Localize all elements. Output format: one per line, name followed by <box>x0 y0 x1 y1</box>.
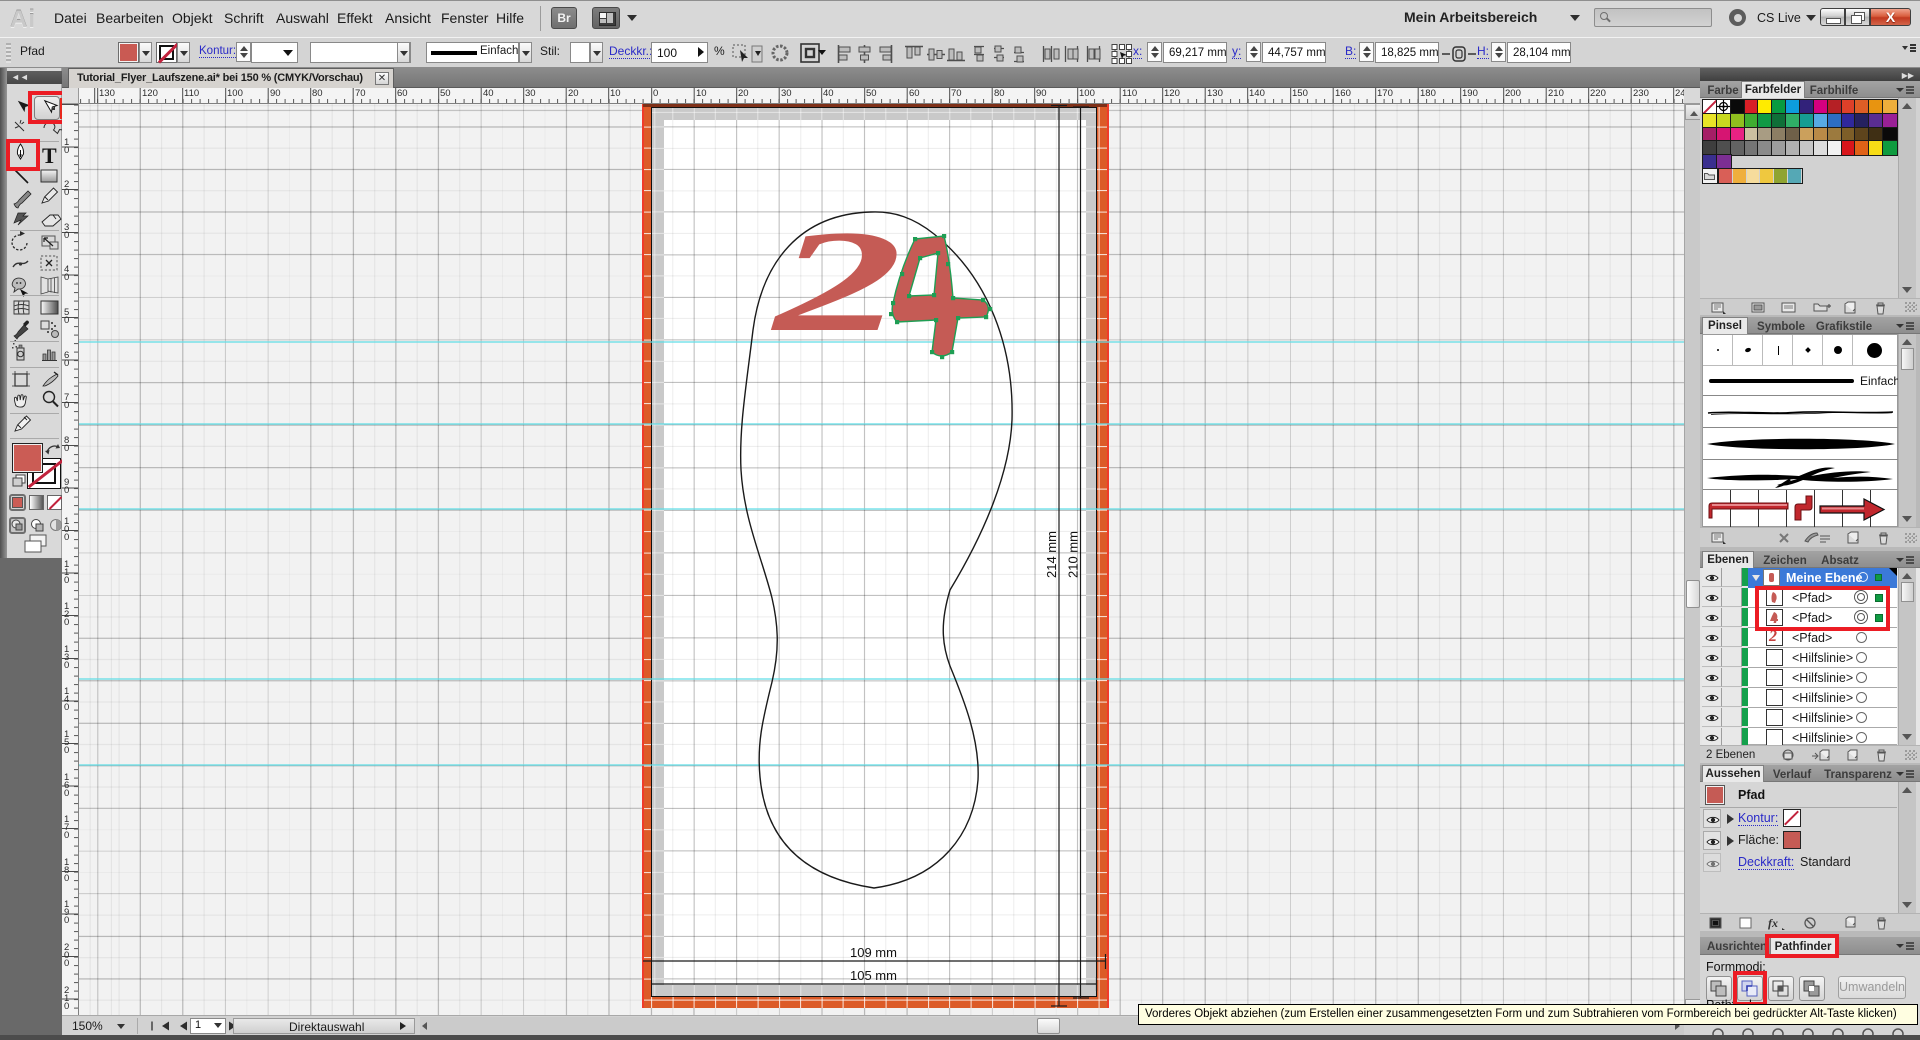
svg-text:109 mm: 109 mm <box>850 945 897 960</box>
svg-text:fx: fx <box>1768 916 1778 930</box>
svg-text:2: 2 <box>770 201 902 362</box>
svg-text:214 mm: 214 mm <box>1044 531 1059 578</box>
svg-text:T: T <box>42 143 57 168</box>
svg-text:210 mm: 210 mm <box>1066 531 1081 578</box>
svg-text:105 mm: 105 mm <box>850 968 897 983</box>
